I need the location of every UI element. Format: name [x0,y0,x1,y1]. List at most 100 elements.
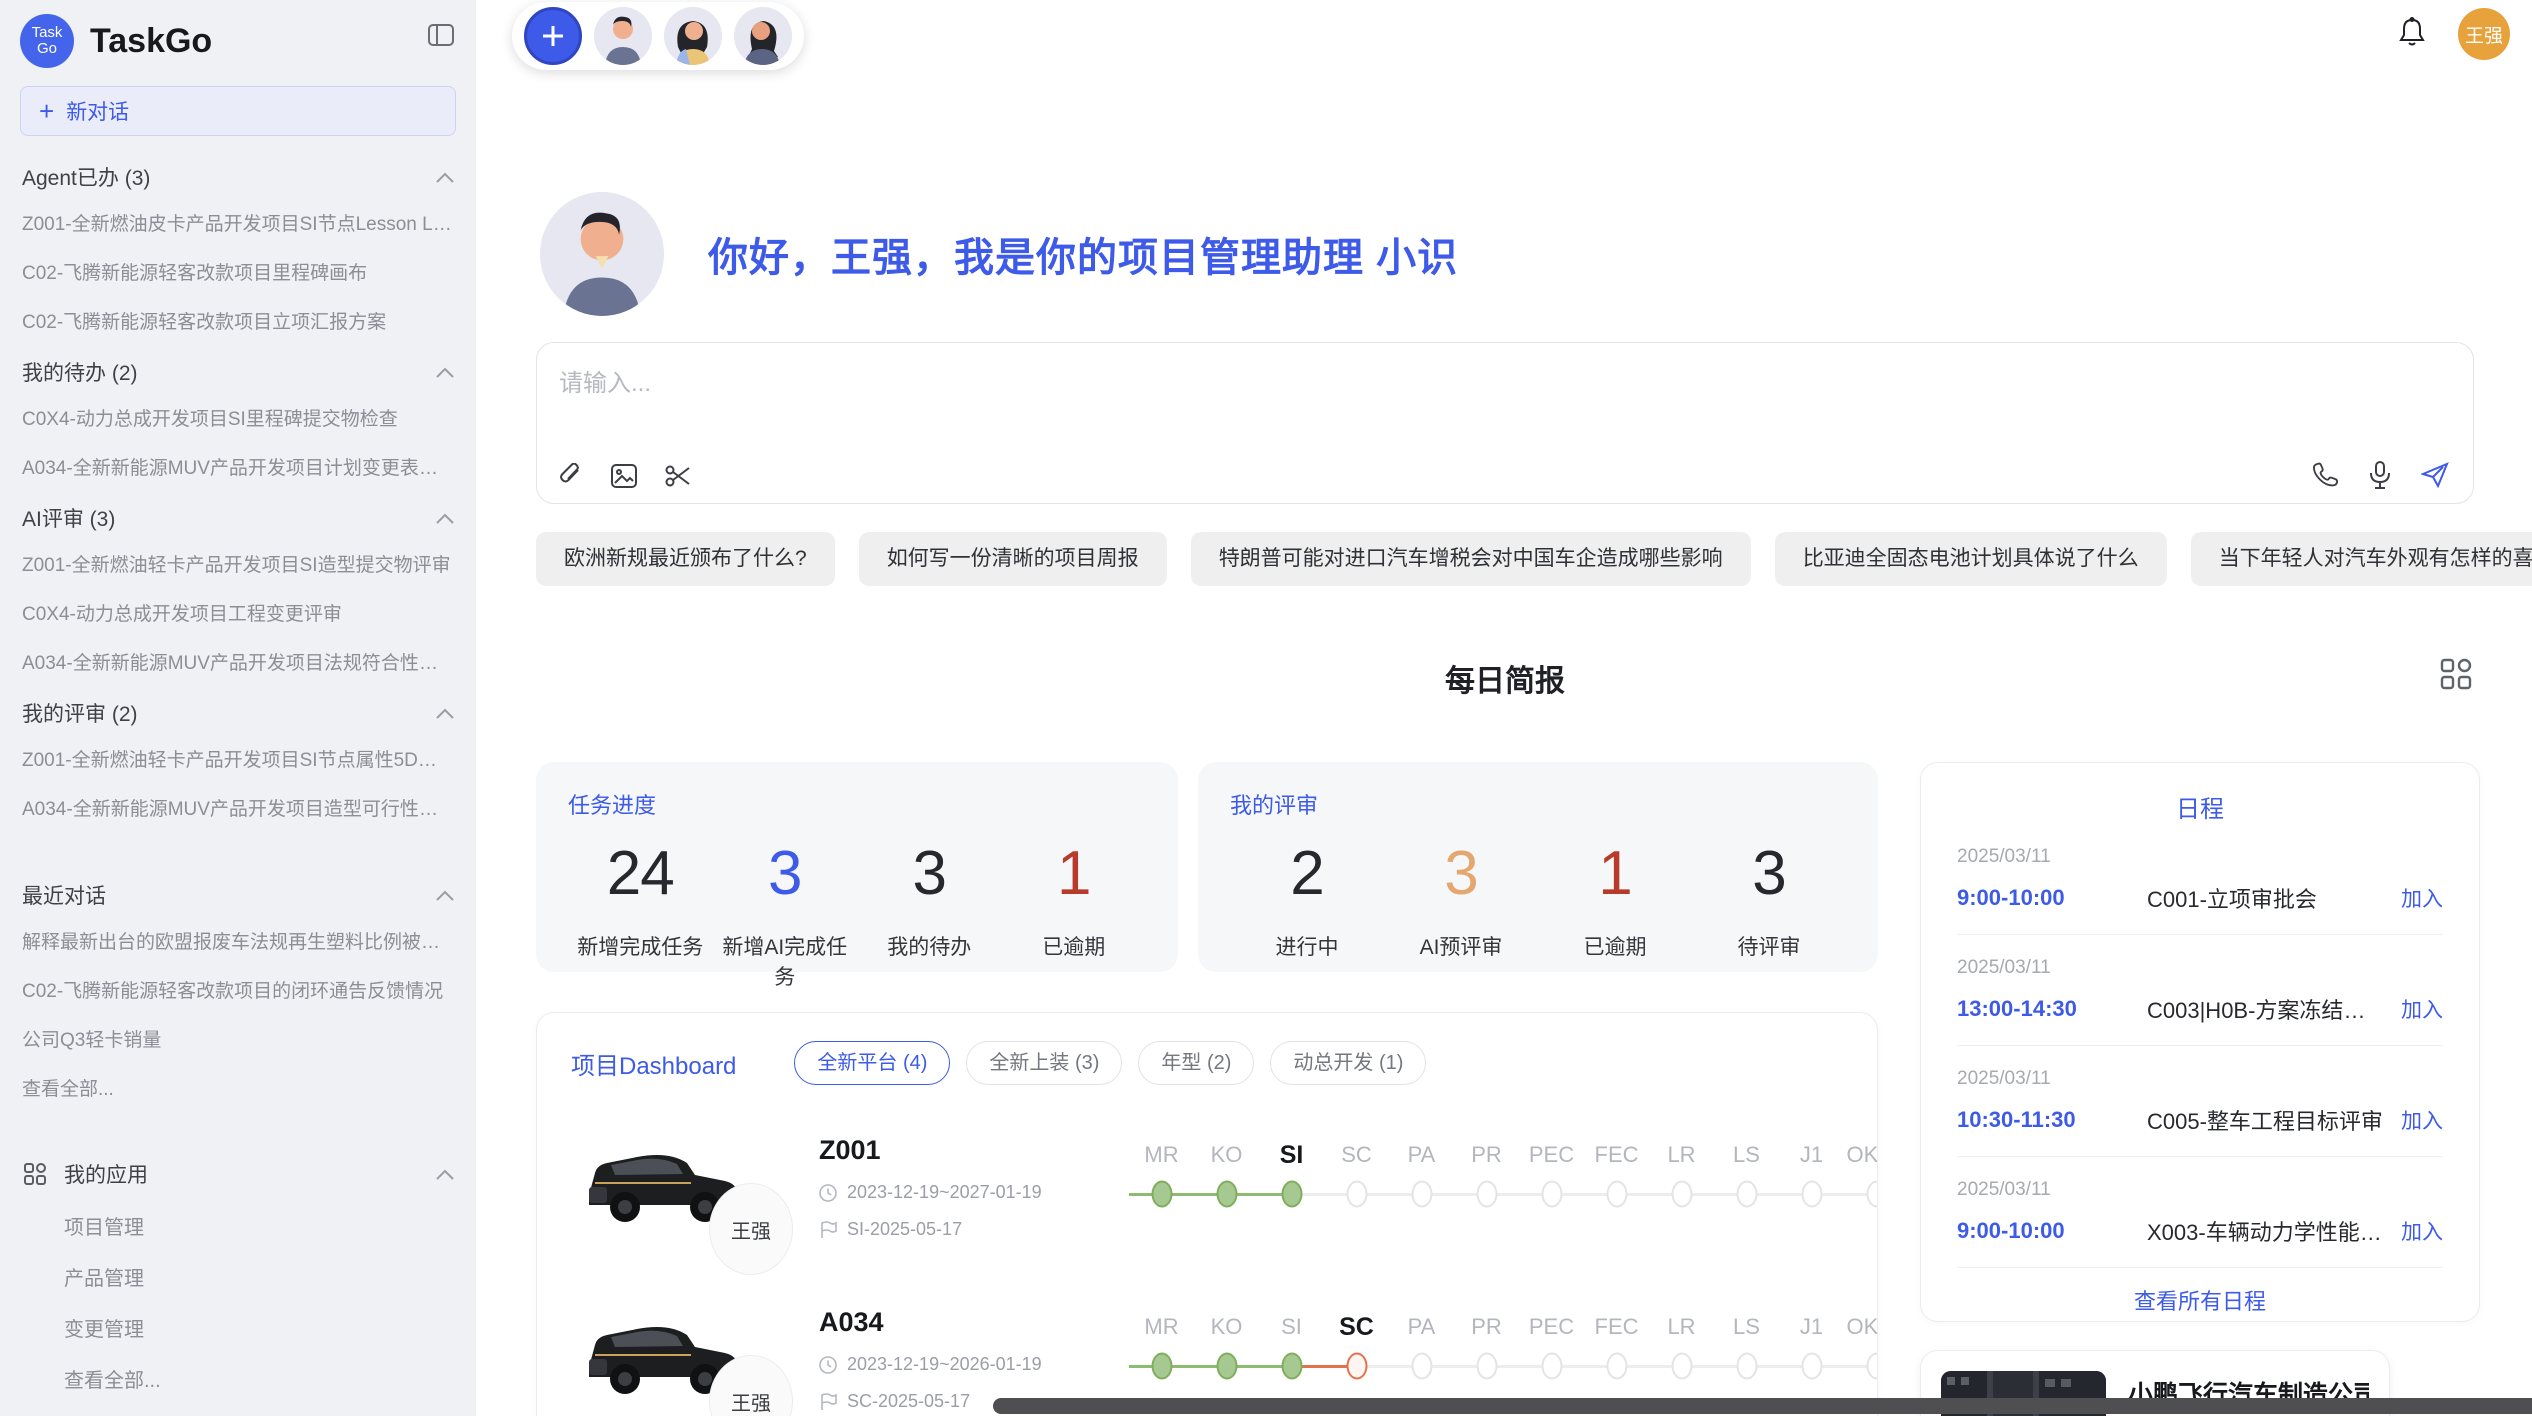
schedule-event-title: C003|H0B-方案冻结评审 [2147,993,2387,1025]
sidebar-item-cloud-space[interactable]: 我的云空间 [0,1404,476,1416]
sidebar-item[interactable]: Z001-全新燃油轻卡产品开发项目SI节点属性5D文件评审 [0,734,476,783]
project-dashboard-card: 项目Dashboard 全新平台 (4) 全新上装 (3) 年型 (2) 动总开… [536,1012,1878,1416]
milestone-ls: LS [1714,1309,1779,1387]
section-my-review[interactable]: 我的评审 (2) [0,686,476,734]
scissors-icon[interactable] [665,464,691,488]
section-agent-done[interactable]: Agent已办 (3) [0,150,476,198]
image-icon[interactable] [611,464,637,488]
milestone-pa: PA [1389,1137,1454,1215]
section-recent-chats[interactable]: 最近对话 [0,868,476,916]
assistant-avatar-1[interactable] [594,7,652,65]
milestone-lr: LR [1649,1309,1714,1387]
notification-bell-icon[interactable] [2398,17,2426,52]
suggestion-chip[interactable]: 欧洲新规最近颁布了什么? [536,532,835,586]
milestone-dot-pa [1411,1353,1432,1380]
chat-input[interactable]: 请输入... [536,342,2474,504]
layout-grid-icon[interactable] [2440,658,2472,695]
suggestion-chip[interactable]: 比亚迪全固态电池计划具体说了什么 [1775,532,2167,586]
chevron-up-icon [436,1169,454,1180]
stat-value: 1 [1002,838,1147,909]
section-ai-review[interactable]: AI评审 (3) [0,491,476,539]
app-item-product-mgmt[interactable]: 产品管理 [0,1251,476,1302]
milestone-ko: KO [1194,1137,1259,1215]
clock-icon [819,1184,837,1202]
schedule-time: 10:30-11:30 [1957,1107,2147,1133]
sidebar-item[interactable]: A034-全新新能源MUV产品开发项目计划变更表编写 [0,442,476,491]
horizontal-scrollbar-thumb[interactable] [993,1398,2532,1414]
tab-new-platform[interactable]: 全新平台 (4) [794,1041,950,1085]
assistant-avatar-3[interactable] [734,7,792,65]
milestone-dot-fec [1606,1353,1627,1380]
sidebar-collapse-icon[interactable] [428,24,454,51]
card-title: 任务进度 [568,788,1146,820]
microphone-icon[interactable] [2369,461,2391,489]
horizontal-scrollbar[interactable] [993,1398,2532,1414]
recent-chat-item[interactable]: 解释最新出台的欧盟报废车法规再生塑料比例被调至15%... [0,916,476,965]
milestone-dot-ls [1736,1181,1757,1208]
schedule-date: 2025/03/11 [1957,1179,2443,1201]
stat-label: AI预评审 [1384,931,1538,961]
send-icon[interactable] [2421,462,2449,488]
flag-icon [819,1393,837,1411]
stat-my-todo: 3 我的待办 [857,838,1002,991]
user-avatar[interactable]: 王强 [2458,8,2510,60]
sidebar-item[interactable]: C0X4-动力总成开发项目SI里程碑提交物检查 [0,393,476,442]
recent-view-all[interactable]: 查看全部... [0,1063,476,1112]
add-assistant-button[interactable] [524,7,582,65]
app-item-change-mgmt[interactable]: 变更管理 [0,1302,476,1353]
join-link[interactable]: 加入 [2401,883,2443,913]
milestone-dot-lr [1671,1353,1692,1380]
stat-value: 2 [1230,838,1384,909]
sidebar-item[interactable]: A034-全新新能源MUV产品开发项目造型可行性评审 [0,783,476,832]
milestone-dot-ls [1736,1353,1757,1380]
schedule-item: 2025/03/11 10:30-11:30 C005-整车工程目标评审 加入 [1957,1046,2443,1157]
project-row-z001[interactable]: 王强 Z001 2023-12-19~2027-01-19 [571,1131,1843,1241]
assistant-avatar-2[interactable] [664,7,722,65]
section-my-todo[interactable]: 我的待办 (2) [0,345,476,393]
main-area: 王强 你好，王强，我是你的项目管理助理 小识 请输入... [476,0,2532,1416]
recent-chat-item[interactable]: 公司Q3轻卡销量 [0,1014,476,1063]
app-item-project-mgmt[interactable]: 项目管理 [0,1200,476,1251]
suggestion-chip[interactable]: 如何写一份清晰的项目周报 [859,532,1167,586]
stat-value: 24 [568,838,713,909]
chat-input-placeholder: 请输入... [559,363,651,398]
new-chat-button[interactable]: + 新对话 [20,86,456,136]
join-link[interactable]: 加入 [2401,994,2443,1024]
join-link[interactable]: 加入 [2401,1216,2443,1246]
section-label: 最近对话 [22,880,106,910]
view-all-schedule-link[interactable]: 查看所有日程 [1957,1284,2443,1316]
sidebar-item[interactable]: C02-飞腾新能源轻客改款项目立项汇报方案 [0,296,476,345]
tab-powertrain[interactable]: 动总开发 (1) [1270,1041,1426,1085]
sidebar-item[interactable]: Z001-全新燃油皮卡产品开发项目SI节点Lesson Learn报告 [0,198,476,247]
tab-new-body[interactable]: 全新上装 (3) [966,1041,1122,1085]
sidebar-item-my-apps[interactable]: 我的应用 [0,1148,476,1200]
tab-model-year[interactable]: 年型 (2) [1138,1041,1254,1085]
join-link[interactable]: 加入 [2401,1105,2443,1135]
milestone-dot-mr [1151,1181,1172,1208]
project-row-a034[interactable]: 王强 A034 2023-12-19~2026-01-19 [571,1303,1843,1413]
new-chat-label: 新对话 [66,96,129,126]
topbar-right: 王强 [2398,8,2510,60]
section-label: AI评审 (3) [22,503,115,533]
recent-chat-item[interactable]: C02-飞腾新能源轻客改款项目的闭环通告反馈情况 [0,965,476,1014]
schedule-item: 2025/03/11 9:00-10:00 C001-立项审批会 加入 [1957,824,2443,935]
sidebar-item[interactable]: C0X4-动力总成开发项目工程变更评审 [0,588,476,637]
task-progress-card: 任务进度 24 新增完成任务 3 新增AI完成任务 [536,762,1178,972]
sidebar-item[interactable]: C02-飞腾新能源轻客改款项目里程碑画布 [0,247,476,296]
suggestion-chip[interactable]: 当下年轻人对汽车外观有怎样的喜好趋势 [2191,532,2532,586]
sidebar-item[interactable]: Z001-全新燃油轻卡产品开发项目SI造型提交物评审 [0,539,476,588]
milestone-dot-ko [1216,1181,1237,1208]
greeting-text: 你好，王强，我是你的项目管理助理 小识 [708,225,1458,283]
dashboard-title: 项目Dashboard [571,1046,736,1081]
input-icons-right [2313,461,2449,489]
milestone-j1: J1 [1779,1137,1844,1215]
phone-icon[interactable] [2313,462,2339,488]
apps-view-all[interactable]: 查看全部... [0,1353,476,1404]
assistant-avatar-large [540,192,664,316]
chevron-up-icon [436,708,454,719]
attachment-icon[interactable] [559,463,583,489]
suggestion-chip[interactable]: 特朗普可能对进口汽车增税会对中国车企造成哪些影响 [1191,532,1751,586]
milestone-fec: FEC [1584,1309,1649,1387]
input-icons-left [559,463,691,489]
sidebar-item[interactable]: A034-全新新能源MUV产品开发项目法规符合性评审 [0,637,476,686]
